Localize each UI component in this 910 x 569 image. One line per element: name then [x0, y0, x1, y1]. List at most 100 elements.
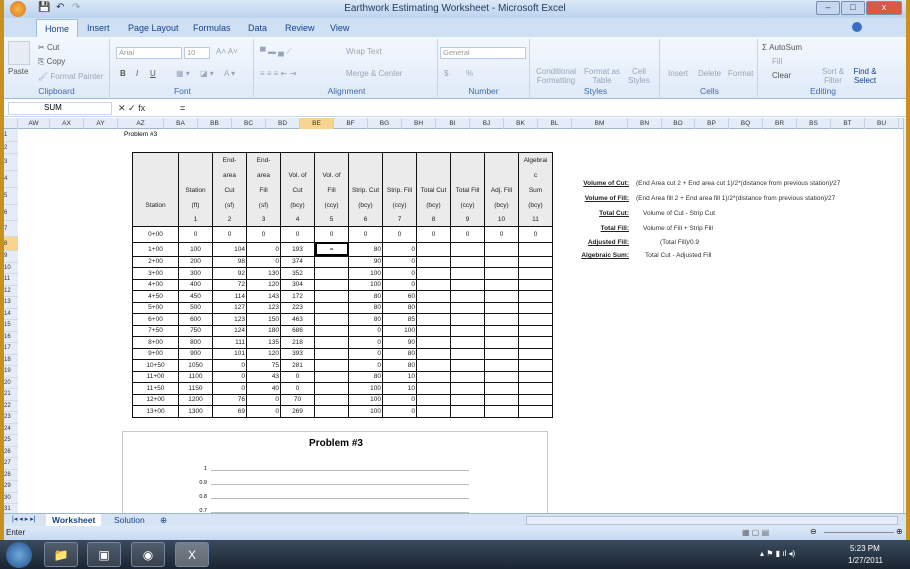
table-cell[interactable]: 0 — [348, 347, 383, 360]
table-cell[interactable] — [450, 382, 485, 395]
table-cell[interactable] — [416, 241, 451, 257]
column-header-bh[interactable]: BH — [402, 118, 436, 129]
paste-button[interactable]: Paste — [8, 67, 28, 76]
row-header-1[interactable]: 1 — [4, 129, 18, 142]
tab-review[interactable]: Review — [277, 21, 323, 35]
worksheet-grid[interactable]: Problem #3 Station Station (ft) End-area Cut… — [18, 129, 903, 531]
table-cell[interactable]: 0 — [382, 393, 417, 406]
table-cell[interactable]: 60 — [382, 290, 417, 303]
table-cell[interactable]: 120 — [246, 278, 281, 291]
table-cell[interactable]: 686 — [280, 324, 315, 337]
table-cell[interactable] — [416, 382, 451, 395]
conditional-formatting-button[interactable]: Conditional Formatting — [536, 67, 576, 85]
copy-button[interactable]: Copy — [47, 57, 66, 66]
table-cell[interactable] — [314, 313, 349, 326]
row-header-16[interactable]: 16 — [4, 331, 18, 343]
column-header-ay[interactable]: AY — [84, 118, 118, 129]
column-header-bi[interactable]: BI — [436, 118, 470, 129]
table-cell[interactable]: 70 — [280, 393, 315, 406]
table-cell[interactable] — [314, 278, 349, 291]
row-header-9[interactable]: 9 — [4, 251, 18, 263]
row-header-15[interactable]: 15 — [4, 320, 18, 332]
column-header-bt[interactable]: BT — [831, 118, 865, 129]
table-cell[interactable]: 600 — [178, 313, 213, 326]
table-cell[interactable]: 374 — [280, 255, 315, 268]
row-header-27[interactable]: 27 — [4, 458, 18, 470]
table-cell[interactable]: 0 — [212, 382, 247, 395]
table-cell[interactable] — [314, 370, 349, 383]
table-cell[interactable]: 0 — [212, 359, 247, 372]
table-cell[interactable]: 0 — [416, 225, 451, 243]
column-header-bj[interactable]: BJ — [470, 118, 504, 129]
table-cell[interactable]: 40 — [246, 382, 281, 395]
column-header-be[interactable]: BE — [300, 118, 334, 129]
table-cell[interactable] — [314, 405, 349, 418]
column-header-bf[interactable]: BF — [334, 118, 368, 129]
row-header-25[interactable]: 25 — [4, 435, 18, 447]
table-cell[interactable] — [518, 290, 553, 303]
sort-filter-button[interactable]: Sort & Filter — [820, 67, 846, 85]
borders-icon[interactable]: ▦ ▾ — [176, 69, 190, 78]
table-cell[interactable] — [450, 324, 485, 337]
zoom-slider[interactable] — [824, 532, 894, 533]
row-header-28[interactable]: 28 — [4, 469, 18, 481]
font-color-icon[interactable]: A ▾ — [224, 69, 235, 78]
table-cell[interactable]: 11+50 — [132, 382, 179, 395]
table-cell[interactable] — [518, 278, 553, 291]
table-cell[interactable]: 0 — [280, 225, 315, 243]
table-cell[interactable] — [484, 382, 519, 395]
table-cell[interactable] — [416, 255, 451, 268]
table-cell[interactable]: 0 — [382, 278, 417, 291]
table-cell[interactable] — [314, 324, 349, 337]
table-cell[interactable] — [314, 393, 349, 406]
table-cell[interactable]: 393 — [280, 347, 315, 360]
table-cell[interactable]: 0 — [382, 267, 417, 280]
sheet-tab-solution[interactable]: Solution — [108, 514, 151, 526]
table-cell[interactable]: 7+50 — [132, 324, 179, 337]
row-header-23[interactable]: 23 — [4, 412, 18, 424]
table-cell[interactable]: 0 — [178, 225, 213, 243]
table-cell[interactable] — [314, 382, 349, 395]
table-cell[interactable] — [518, 370, 553, 383]
table-cell[interactable] — [484, 313, 519, 326]
app-icon[interactable]: ▣ — [87, 542, 121, 567]
row-header-30[interactable]: 30 — [4, 492, 18, 504]
table-cell[interactable]: 5+00 — [132, 301, 179, 314]
maximize-button[interactable]: □ — [841, 1, 865, 15]
table-cell[interactable]: 4+00 — [132, 278, 179, 291]
row-header-18[interactable]: 18 — [4, 354, 18, 366]
table-cell[interactable] — [518, 382, 553, 395]
table-cell[interactable]: 114 — [212, 290, 247, 303]
table-cell[interactable] — [314, 301, 349, 314]
table-cell[interactable] — [484, 336, 519, 349]
table-cell[interactable]: 80 — [382, 347, 417, 360]
font-size-select[interactable]: 10 — [184, 47, 210, 59]
align-top-icons[interactable]: ▀ ▬ ▄ ⟋ — [260, 47, 292, 57]
cut-button[interactable]: Cut — [47, 43, 59, 52]
currency-button[interactable]: $ — [444, 69, 448, 78]
underline-button[interactable]: U — [150, 69, 156, 78]
table-cell[interactable]: 100 — [382, 324, 417, 337]
table-cell[interactable]: 72 — [212, 278, 247, 291]
table-cell[interactable]: 0 — [314, 225, 349, 243]
horizontal-scrollbar[interactable] — [526, 516, 898, 525]
table-cell[interactable] — [450, 405, 485, 418]
row-header-14[interactable]: 14 — [4, 308, 18, 320]
zoom-out-icon[interactable]: ⊖ — [810, 527, 817, 536]
table-cell[interactable] — [450, 301, 485, 314]
table-cell[interactable]: 750 — [178, 324, 213, 337]
table-cell[interactable]: 172 — [280, 290, 315, 303]
row-header-24[interactable]: 24 — [4, 423, 18, 435]
row-header-22[interactable]: 22 — [4, 400, 18, 412]
table-cell[interactable] — [416, 393, 451, 406]
table-cell[interactable]: 98 — [212, 255, 247, 268]
merge-center-button[interactable]: Merge & Center — [346, 69, 402, 78]
table-cell[interactable] — [450, 370, 485, 383]
row-header-10[interactable]: 10 — [4, 262, 18, 274]
row-header-19[interactable]: 19 — [4, 366, 18, 378]
table-cell[interactable]: 269 — [280, 405, 315, 418]
number-format-select[interactable]: General — [440, 47, 526, 59]
table-cell[interactable] — [484, 347, 519, 360]
table-cell[interactable]: 13+00 — [132, 405, 179, 418]
column-header-bk[interactable]: BK — [504, 118, 538, 129]
